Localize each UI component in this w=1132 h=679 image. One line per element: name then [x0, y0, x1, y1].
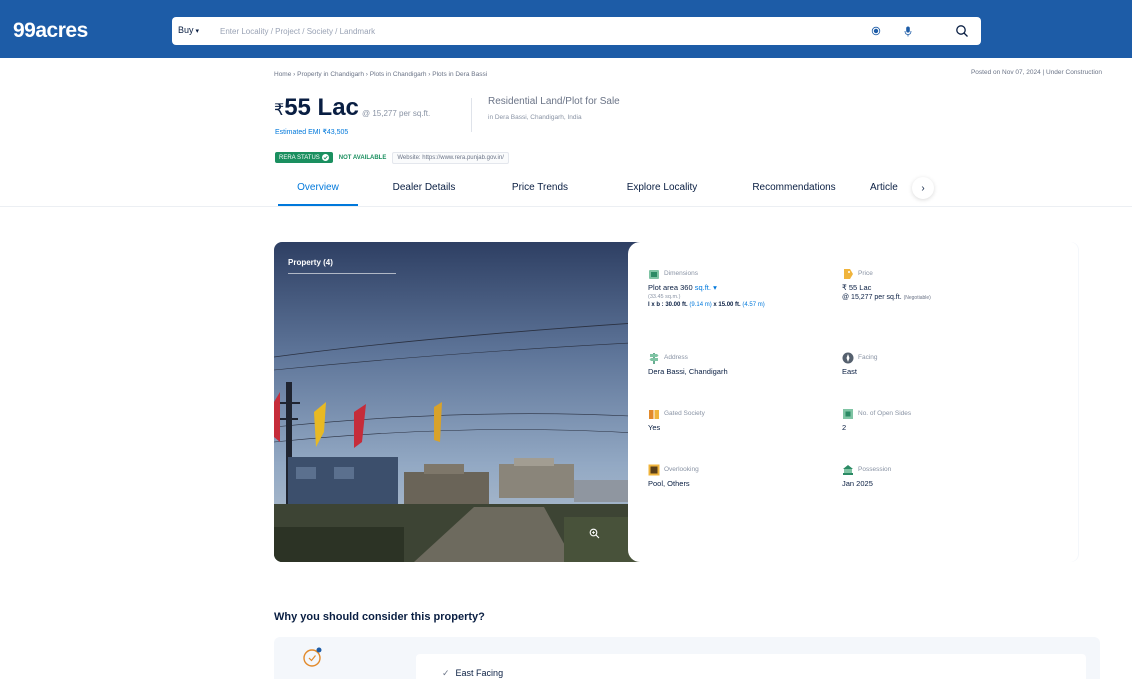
tabs-border [0, 206, 1132, 207]
tabs-next-button[interactable]: › [912, 177, 934, 199]
top-header: 99acres Buy ▾ [0, 0, 1132, 58]
gated-value: Yes [648, 423, 661, 432]
price-detail-value: ₹ 55 Lac [842, 283, 872, 292]
search-icon[interactable] [952, 21, 972, 41]
price-detail-sqft-text: @ 15,277 per sq.ft. [842, 294, 902, 301]
location-icon[interactable] [866, 21, 886, 41]
property-details-panel: Dimensions Plot area 360 sq.ft. ▾ (33.45… [628, 242, 1078, 562]
search-bar: Buy ▾ [172, 17, 981, 45]
price-value: 55 Lac [284, 94, 359, 121]
rera-website[interactable]: Website: https://www.rera.punjab.gov.in/ [392, 151, 509, 164]
facing-label: Facing [858, 354, 878, 361]
currency-symbol: ₹ [274, 102, 285, 119]
dimensions-sqm: (33.45 sq.m.) [648, 294, 681, 300]
open-sides-value: 2 [842, 423, 847, 432]
possession-label: Possession [858, 466, 892, 473]
dimensions-value: Plot area 360 sq.ft. ▾ [648, 283, 717, 292]
lxb-metric-2: (4.57 m) [742, 302, 765, 308]
section-tabs: Overview Dealer Details Price Trends Exp… [274, 176, 1074, 206]
property-title: Residential Land/Plot for Sale [488, 96, 620, 107]
rera-badge[interactable]: RERA STATUS [275, 152, 333, 163]
tab-article[interactable]: Article [870, 176, 906, 206]
price-detail-sqft: @ 15,277 per sq.ft. (Negotiable) [842, 294, 931, 301]
dimensions-lxb: l x b : 30.00 ft. (9.14 m) x 15.00 ft. (… [648, 302, 765, 308]
rera-row: RERA STATUS NOT AVAILABLE Website: https… [275, 151, 509, 164]
why-item: ✓ East Facing [442, 668, 503, 679]
tab-dealer-details[interactable]: Dealer Details [384, 176, 464, 206]
microphone-icon[interactable] [898, 21, 918, 41]
dimensions-label: Dimensions [664, 270, 698, 277]
buy-dropdown[interactable]: Buy ▾ [178, 25, 199, 35]
check-icon: ✓ [442, 668, 450, 678]
badge-icon [303, 647, 322, 667]
divider [471, 98, 472, 132]
address-label: Address [664, 354, 688, 361]
price-label: Price [858, 270, 873, 277]
why-consider-list [416, 654, 1086, 679]
address-value: Dera Bassi, Chandigarh [648, 367, 728, 376]
chevron-right-icon: › [921, 182, 925, 194]
posted-date: Posted on Nov 07, 2024 | Under Construct… [970, 69, 1102, 76]
search-input[interactable] [220, 22, 860, 40]
chevron-down-icon: ▾ [195, 28, 200, 35]
window-icon [648, 464, 660, 476]
breadcrumb[interactable]: Home › Property in Chandigarh › Plots in… [274, 71, 487, 78]
gated-label: Gated Society [664, 410, 705, 417]
logo[interactable]: 99acres [13, 19, 88, 43]
open-sides-label: No. of Open Sides [858, 410, 912, 417]
lxb-x: x 15.00 ft. [713, 302, 741, 308]
property-photo[interactable] [274, 242, 650, 562]
overlooking-value: Pool, Others [648, 479, 690, 488]
price: ₹55 Lac [274, 94, 359, 122]
ruler-icon [649, 270, 659, 279]
lxb-metric-1: (9.14 m) [689, 302, 712, 308]
emi-link[interactable]: Estimated EMI ₹43,505 [275, 128, 348, 136]
overlooking-label: Overlooking [664, 466, 699, 473]
photo-count-label[interactable]: Property (4) [288, 258, 333, 267]
compass-icon [842, 352, 854, 364]
why-consider-title: Why you should consider this property? [274, 611, 485, 623]
tab-price-trends[interactable]: Price Trends [500, 176, 580, 206]
tab-overview[interactable]: Overview [278, 176, 358, 206]
possession-value: Jan 2025 [842, 479, 873, 488]
gate-icon [649, 410, 659, 419]
zoom-icon[interactable] [585, 524, 603, 542]
buy-label: Buy [178, 25, 194, 35]
unit-dropdown[interactable]: sq.ft. ▾ [695, 283, 717, 292]
negotiable-label: (Negotiable) [903, 295, 931, 301]
lxb-value: l x b : 30.00 ft. [648, 302, 688, 308]
property-photo-image [274, 242, 650, 562]
rera-status: NOT AVAILABLE [338, 154, 387, 161]
check-circle-icon [321, 154, 329, 161]
signpost-icon [649, 353, 659, 364]
why-item-label: East Facing [455, 668, 504, 678]
unit-label: sq.ft. [694, 283, 711, 292]
tab-explore-locality[interactable]: Explore Locality [620, 176, 704, 206]
price-per-sqft: @ 15,277 per sq.ft. [362, 109, 431, 118]
open-sides-icon [843, 409, 853, 419]
tab-recommendations[interactable]: Recommendations [744, 176, 844, 206]
plot-area-value: Plot area 360 [648, 283, 693, 292]
price-tag-icon [844, 269, 853, 279]
building-icon [843, 465, 853, 475]
photo-progress-line [288, 273, 396, 274]
facing-value: East [842, 367, 858, 376]
rera-badge-label: RERA STATUS [279, 154, 320, 161]
property-address: in Dera Bassi, Chandigarh, India [488, 114, 582, 121]
